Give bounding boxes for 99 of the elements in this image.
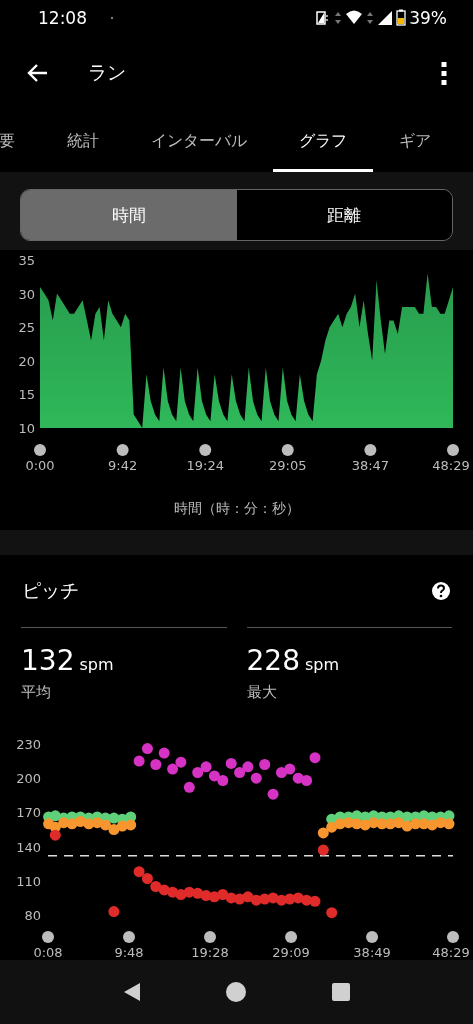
data-point bbox=[242, 761, 254, 773]
axis-tick-label: 20 bbox=[18, 353, 35, 369]
stat-unit: spm bbox=[79, 655, 114, 674]
home-icon[interactable] bbox=[225, 981, 248, 1003]
axis-tick-label: 48:29 bbox=[432, 458, 470, 473]
data-point bbox=[301, 775, 313, 786]
stat-label: 平均 bbox=[21, 683, 51, 702]
screen-title: ラン bbox=[88, 59, 126, 85]
axis-marker bbox=[447, 931, 459, 943]
axis-tick-label: 48:29 bbox=[432, 945, 470, 960]
axis-tick-label: 110 bbox=[16, 873, 41, 889]
data-point bbox=[150, 881, 162, 892]
data-point bbox=[208, 770, 220, 782]
data-point bbox=[443, 818, 455, 830]
data-point bbox=[133, 755, 145, 767]
axis-tick-label: 80 bbox=[24, 908, 41, 923]
axis-tick-label: 200 bbox=[16, 771, 41, 787]
axis-marker bbox=[42, 931, 54, 943]
stat-value: 228 bbox=[246, 644, 300, 677]
data-point bbox=[317, 827, 329, 839]
axis-tick-label: 35 bbox=[18, 253, 35, 268]
axis-tick-label: 0:00 bbox=[25, 458, 55, 473]
data-point bbox=[326, 821, 338, 833]
segment-button[interactable]: 距離 bbox=[236, 190, 452, 240]
data-point bbox=[133, 866, 145, 878]
data-point bbox=[167, 763, 179, 775]
data-point bbox=[125, 819, 137, 831]
axis-marker bbox=[123, 931, 135, 943]
help-icon[interactable] bbox=[431, 581, 451, 601]
data-point bbox=[284, 763, 296, 775]
tab[interactable]: インターバル bbox=[125, 110, 273, 172]
data-point bbox=[175, 756, 187, 768]
data-point bbox=[309, 895, 321, 907]
segment-button[interactable]: 時間 bbox=[21, 190, 237, 240]
section-title: ピッチ bbox=[22, 578, 79, 603]
tab[interactable]: 要 bbox=[0, 110, 41, 172]
axis-marker bbox=[34, 444, 46, 456]
data-point bbox=[108, 906, 120, 918]
axis-marker bbox=[199, 444, 212, 456]
wifi-icon bbox=[345, 9, 364, 26]
data-point bbox=[225, 757, 237, 769]
axis-marker bbox=[366, 931, 379, 943]
axis-tick-label: 15 bbox=[18, 387, 35, 403]
data-point bbox=[217, 775, 229, 786]
stat-value: 132 bbox=[21, 644, 75, 677]
axis-tick-label: 170 bbox=[16, 805, 41, 821]
data-point bbox=[183, 781, 195, 793]
axis-tick-label: 140 bbox=[16, 839, 41, 855]
data-point bbox=[317, 844, 329, 856]
axis-title: 時間（時：分：秒） bbox=[172, 500, 301, 518]
data-point bbox=[276, 767, 287, 778]
data-point bbox=[234, 767, 246, 778]
axis-tick-label: 38:49 bbox=[353, 945, 391, 960]
data-point bbox=[74, 816, 86, 827]
axis-tick-label: 29:09 bbox=[272, 945, 310, 960]
axis-marker bbox=[204, 931, 216, 943]
data-point bbox=[250, 772, 262, 784]
status-time: 12:08 bbox=[38, 7, 87, 28]
tab[interactable]: 統計 bbox=[41, 110, 125, 172]
axis-tick-label: 230 bbox=[16, 737, 41, 752]
data-point bbox=[108, 824, 120, 835]
axis-tick-label: 38:47 bbox=[351, 458, 390, 473]
stat-label: 最大 bbox=[246, 683, 277, 702]
axis-marker bbox=[281, 444, 294, 456]
data-point bbox=[217, 889, 229, 900]
axis-tick-label: 9:42 bbox=[108, 458, 138, 473]
axis-marker bbox=[364, 444, 377, 456]
axis-tick-label: 19:28 bbox=[191, 945, 229, 960]
data-point bbox=[150, 759, 162, 770]
data-point bbox=[393, 817, 405, 829]
data-point bbox=[192, 767, 204, 778]
stat-unit: spm bbox=[304, 655, 340, 674]
data-point bbox=[100, 819, 111, 831]
battery-icon bbox=[396, 9, 407, 26]
axis-marker bbox=[447, 444, 459, 456]
data-point bbox=[49, 829, 61, 841]
axis-tick-label: 0:08 bbox=[33, 945, 63, 960]
data-point bbox=[309, 752, 321, 764]
tab[interactable]: グラフ bbox=[273, 110, 373, 172]
axis-tick-label: 25 bbox=[18, 320, 35, 336]
data-point bbox=[200, 761, 212, 773]
signal-icon bbox=[377, 9, 394, 26]
axis-marker bbox=[285, 931, 298, 943]
battery-percent: 39% bbox=[409, 7, 447, 28]
data-point bbox=[141, 873, 153, 884]
data-point bbox=[259, 759, 271, 770]
axis-tick-label: 29:05 bbox=[269, 458, 307, 473]
axis-marker bbox=[116, 444, 129, 456]
more-options-icon[interactable] bbox=[441, 60, 447, 85]
data-point bbox=[158, 747, 170, 759]
data-point bbox=[326, 907, 338, 919]
axis-tick-label: 19:24 bbox=[186, 458, 224, 473]
axis-tick-label: 10 bbox=[18, 421, 35, 436]
axis-tick-label: 30 bbox=[18, 286, 35, 302]
tab[interactable]: ギア bbox=[373, 110, 457, 172]
data-point bbox=[267, 788, 279, 800]
recent-apps-icon[interactable] bbox=[329, 981, 352, 1003]
data-point bbox=[141, 743, 153, 755]
axis-tick-label: 9:48 bbox=[114, 945, 144, 960]
